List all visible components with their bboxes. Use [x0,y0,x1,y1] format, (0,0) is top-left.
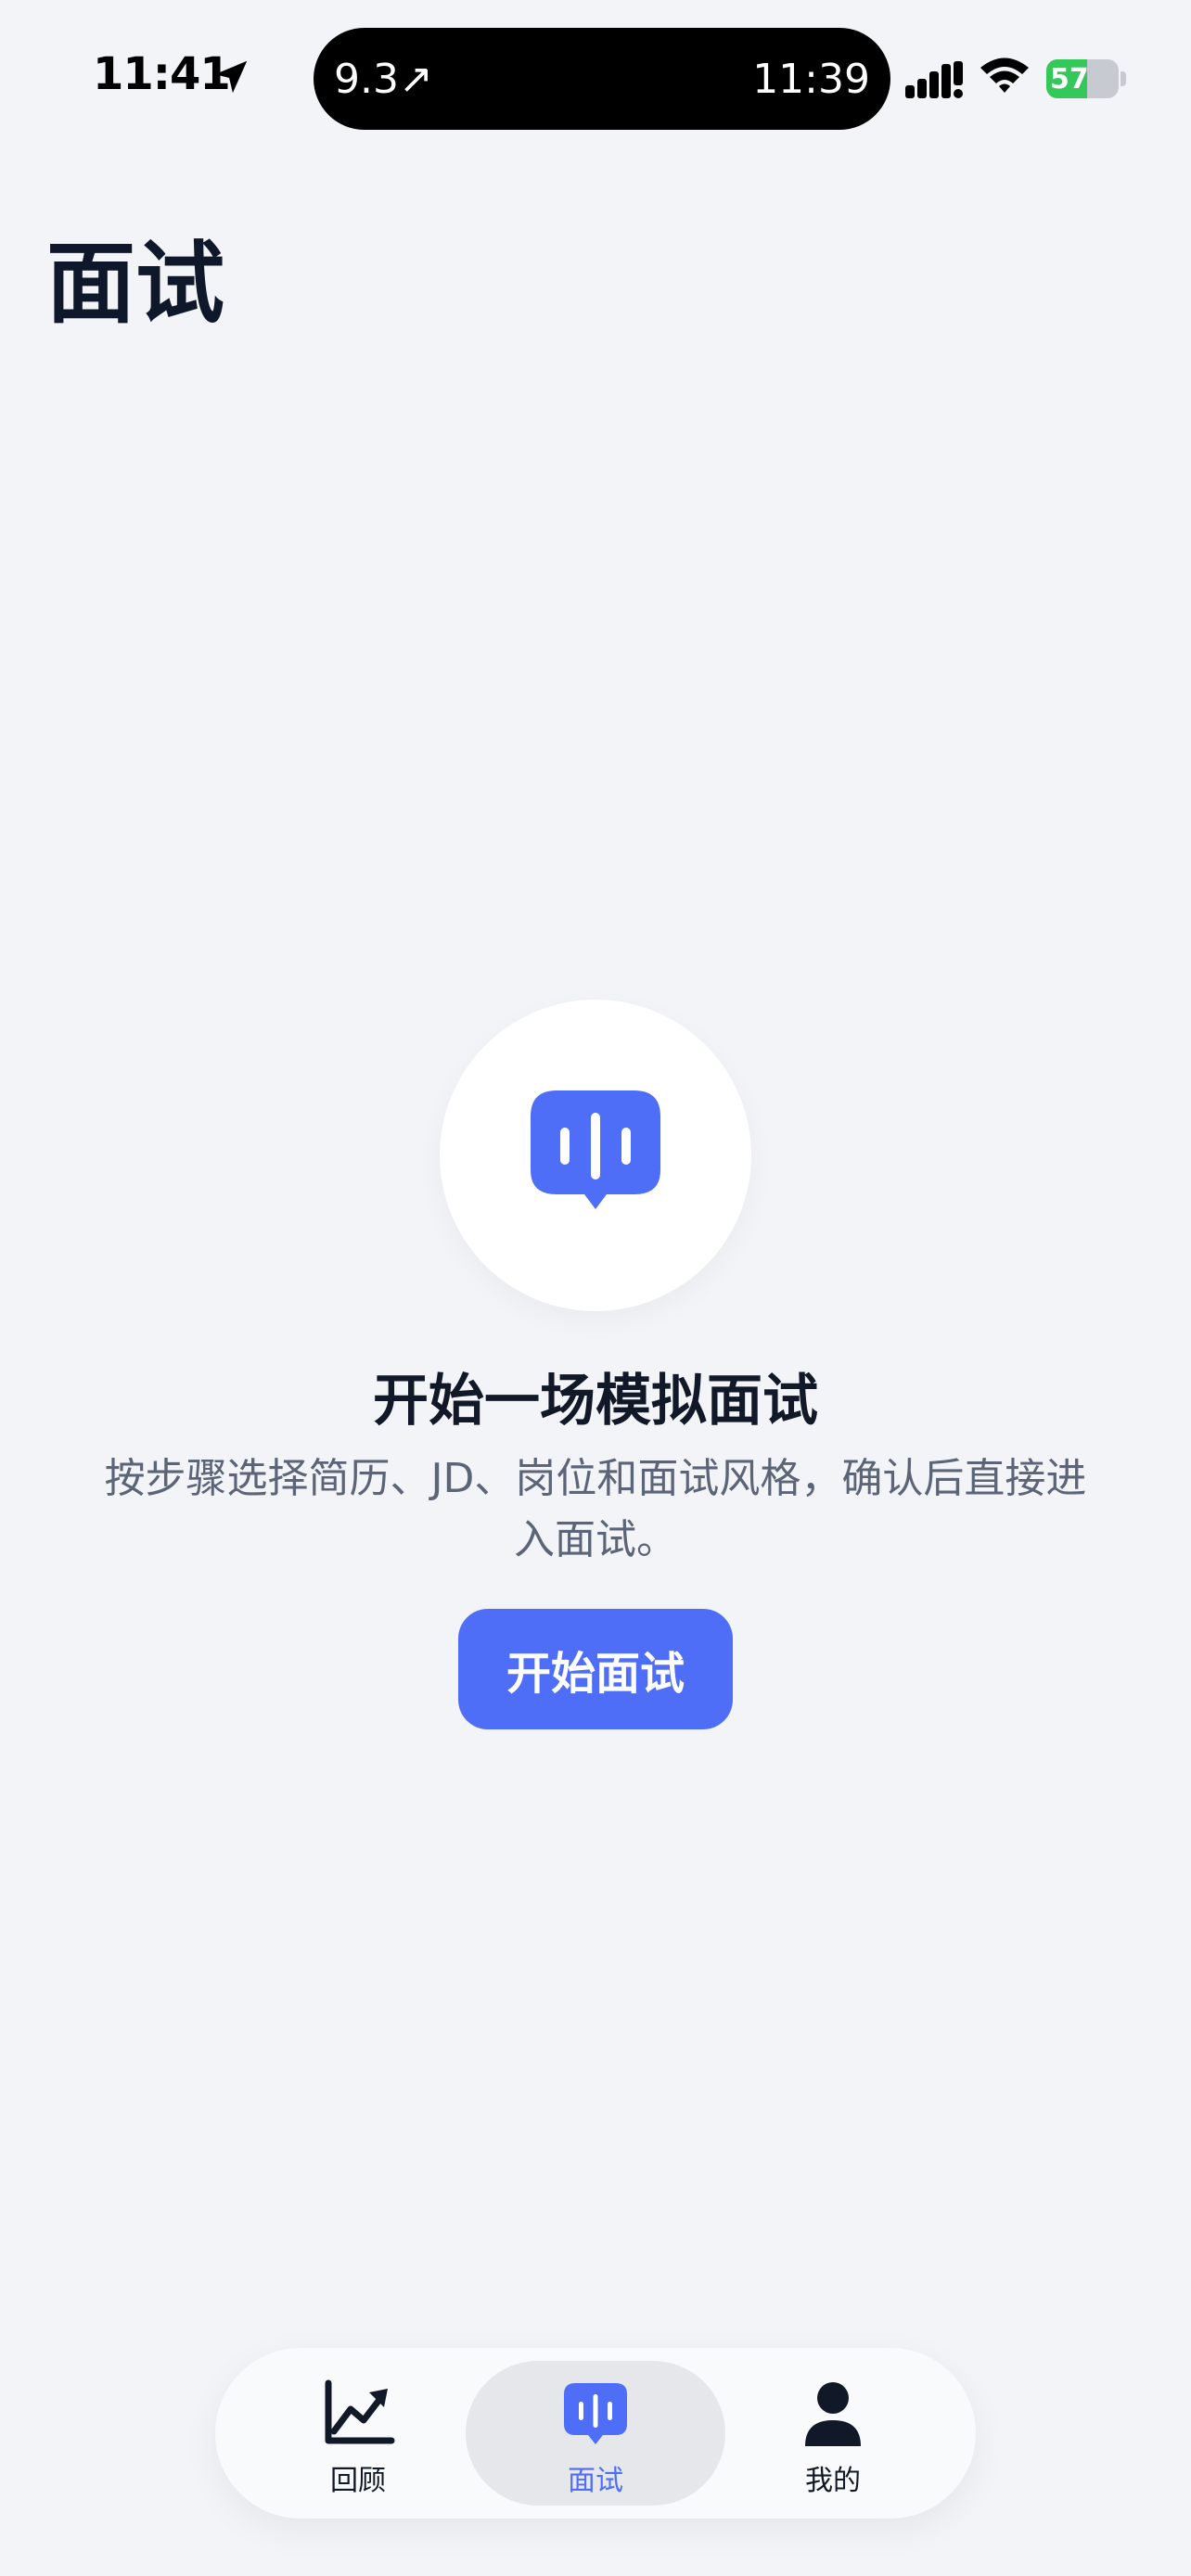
chart-trend-icon [325,2379,395,2444]
tab-review-label: 回顾 [330,2465,386,2497]
dynamic-island: 9.3↗ 11:39 [314,28,890,130]
person-icon [805,2382,861,2446]
battery-indicator: 57 [1046,59,1126,98]
hero-icon-circle [440,1000,751,1311]
hero-heading: 开始一场模拟面试 [373,1369,818,1434]
signal-icon [905,61,963,98]
page-title: 面试 [46,232,224,336]
tab-interview-label: 面试 [568,2465,623,2497]
tab-profile-label: 我的 [805,2465,861,2497]
battery-cap [1121,71,1126,86]
battery-percent: 57 [1050,63,1089,96]
island-left-text: 9.3↗ [334,56,433,103]
wifi-icon [980,57,1029,93]
island-right-text: 11:39 [752,56,870,103]
voice-message-icon [531,1090,660,1209]
tab-bar: 回顾 面试 我的 [215,2348,976,2519]
hero-description: 按步骤选择简历、JD、岗位和面试风格，确认后直接进入面试。 [104,1455,1087,1563]
location-arrow-icon [214,60,248,94]
tab-profile[interactable]: 我的 [703,2361,963,2506]
start-interview-button[interactable]: 开始面试 [458,1609,733,1729]
tab-interview[interactable]: 面试 [466,2361,725,2506]
tab-review[interactable]: 回顾 [228,2361,488,2506]
status-bar: 11:41 9.3↗ 11:39 57 [0,0,1191,139]
voice-message-icon [564,2383,627,2444]
